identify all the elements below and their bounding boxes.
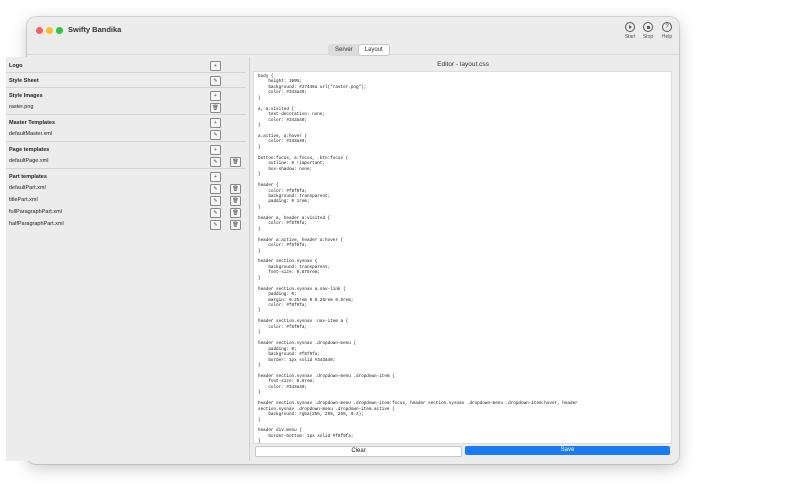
start-button[interactable]: Start (620, 22, 640, 40)
stop-button[interactable]: Stop (638, 22, 658, 40)
pencil-square-icon: ✎ (213, 222, 218, 228)
delete-part-button[interactable]: 🗑 (230, 208, 241, 218)
pencil-square-icon: ✎ (213, 210, 218, 216)
master-templates-add-button[interactable]: + (210, 118, 221, 128)
stop-circle-icon (643, 22, 653, 32)
logo-add-button[interactable]: + (210, 61, 221, 71)
part-templates-add-button[interactable]: + (210, 172, 221, 182)
edit-page-button[interactable]: ✎ (210, 157, 221, 167)
trash-icon: 🗑 (232, 186, 239, 192)
plus-square-icon: + (214, 63, 217, 69)
view-tabs: Server Layout (328, 44, 390, 56)
plus-square-icon: + (214, 93, 217, 99)
delete-image-button[interactable]: 🗑 (210, 103, 221, 113)
list-item[interactable]: defaultPart.xml (9, 185, 46, 191)
list-item[interactable]: raster.png (9, 104, 33, 110)
style-images-add-button[interactable]: + (210, 91, 221, 101)
code-editor[interactable]: body { height: 100%; background: #27446a… (253, 71, 672, 444)
section-logo: Logo (9, 63, 23, 69)
edit-master-button[interactable]: ✎ (210, 130, 221, 140)
edit-part-button[interactable]: ✎ (210, 196, 221, 206)
plus-square-icon: + (214, 120, 217, 126)
edit-part-button[interactable]: ✎ (210, 184, 221, 194)
title-bar: Swifty Bandika Start Stop ? Help (27, 17, 679, 43)
trash-icon: 🗑 (232, 222, 239, 228)
help-label: Help (661, 34, 673, 40)
trash-icon: 🗑 (232, 159, 239, 165)
delete-part-button[interactable]: 🗑 (230, 184, 241, 194)
divider (6, 168, 246, 169)
divider (6, 72, 246, 73)
help-button[interactable]: ? Help (657, 22, 677, 40)
zoom-window-button[interactable] (56, 27, 63, 34)
divider (6, 114, 246, 115)
play-circle-icon (625, 22, 635, 32)
page-templates-add-button[interactable]: + (210, 145, 221, 155)
pencil-square-icon: ✎ (213, 186, 218, 192)
list-item[interactable]: fullParagraphPart.xml (9, 209, 62, 215)
trash-icon: 🗑 (232, 198, 239, 204)
tab-server[interactable]: Server (329, 45, 359, 55)
tab-layout[interactable]: Layout (358, 45, 389, 55)
start-label: Start (624, 34, 636, 40)
editor-title: Editor - layout.css (437, 61, 489, 68)
pencil-square-icon: ✎ (213, 78, 218, 84)
pencil-square-icon: ✎ (213, 159, 218, 165)
list-item[interactable]: halfParagraphPart.xml (9, 221, 64, 227)
section-part-templates: Part templates (9, 174, 47, 180)
plus-square-icon: + (214, 147, 217, 153)
stop-label: Stop (642, 34, 654, 40)
pencil-square-icon: ✎ (213, 132, 218, 138)
section-master-templates: Master Templates (9, 120, 56, 126)
sidebar: Logo + Style Sheet ✎ Style Images + rast… (6, 57, 248, 461)
minimize-window-button[interactable] (46, 27, 53, 34)
edit-part-button[interactable]: ✎ (210, 220, 221, 230)
delete-part-button[interactable]: 🗑 (230, 220, 241, 230)
style-sheet-edit-button[interactable]: ✎ (210, 76, 221, 86)
close-window-button[interactable] (36, 27, 43, 34)
code-content[interactable]: body { height: 100%; background: #27446a… (254, 72, 671, 443)
list-item[interactable]: defaultMaster.xml (9, 131, 52, 137)
edit-part-button[interactable]: ✎ (210, 208, 221, 218)
plus-square-icon: + (214, 174, 217, 180)
list-item[interactable]: titlePart.xml (9, 197, 38, 203)
pencil-square-icon: ✎ (213, 198, 218, 204)
list-item[interactable]: defaultPage.xml (9, 158, 48, 164)
clear-button[interactable]: Clear (255, 446, 462, 457)
question-circle-icon: ? (662, 22, 672, 32)
delete-page-button[interactable]: 🗑 (230, 157, 241, 167)
split-divider[interactable] (249, 57, 250, 461)
section-page-templates: Page templates (9, 147, 50, 153)
trash-icon: 🗑 (212, 105, 219, 111)
app-title: Swifty Bandika (68, 25, 122, 34)
section-style-sheet: Style Sheet (9, 78, 39, 84)
trash-icon: 🗑 (232, 210, 239, 216)
delete-part-button[interactable]: 🗑 (230, 196, 241, 206)
divider (6, 87, 246, 88)
divider (6, 141, 246, 142)
save-button[interactable]: Save (465, 446, 670, 455)
section-style-images: Style Images (9, 93, 43, 99)
